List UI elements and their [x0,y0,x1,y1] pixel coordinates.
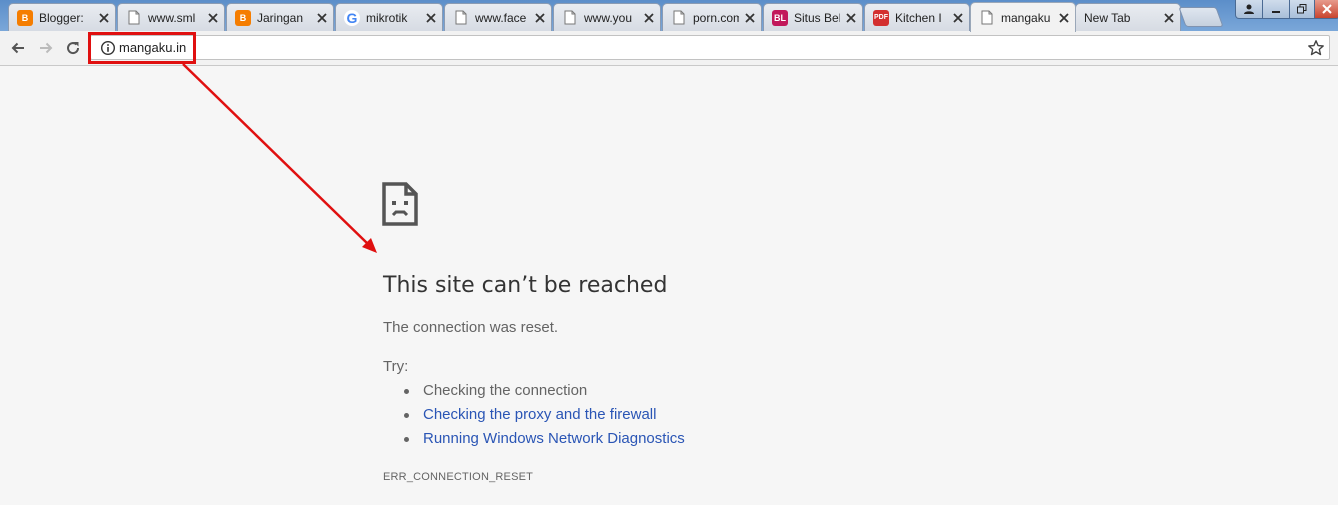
url-highlight-box [88,32,196,64]
blogger-icon: B [17,9,33,26]
close-icon[interactable] [424,11,438,25]
list-item: Checking the connection [383,380,685,404]
close-icon[interactable] [743,11,757,25]
pdf-icon: PDF [873,9,889,26]
browser-toolbar: mangaku.in [0,31,1338,66]
arrow-right-icon [40,42,53,54]
google-icon: G [344,9,360,26]
tab-title: Blogger: [39,10,84,25]
new-tab-button[interactable] [1178,7,1224,27]
tab-strip: B Blogger: www.sml B Jaringan G mikrotik… [0,0,1338,32]
try-label: Try: [383,358,409,375]
tab-porn[interactable]: porn.com [662,3,762,31]
tab-mangaku[interactable]: mangaku [970,2,1076,32]
reload-button[interactable] [63,38,83,58]
close-icon[interactable] [642,11,656,25]
close-icon[interactable] [1057,11,1071,25]
tab-title: Situs Bel [794,10,840,25]
bullet [404,413,409,418]
suggestion-list: Checking the connection Checking the pro… [383,380,685,452]
proxy-firewall-link[interactable]: Checking the proxy and the firewall [423,406,656,423]
page-icon [453,10,469,26]
tab-title: www.sml [148,10,196,25]
tab-title: porn.com [693,10,739,25]
close-icon[interactable] [951,11,965,25]
list-item: Running Windows Network Diagnostics [383,428,685,452]
tab-title: mangaku [1001,10,1051,25]
error-code: ERR_CONNECTION_RESET [383,471,534,483]
restore-icon [1297,4,1307,14]
error-title: This site can’t be reached [383,273,668,298]
tab-title: Kitchen I [895,10,942,25]
bullet [404,437,409,442]
minimize-icon [1272,11,1280,13]
close-icon[interactable] [1162,11,1176,25]
restore-button[interactable] [1289,0,1315,19]
minimize-button[interactable] [1262,0,1290,19]
network-diagnostics-link[interactable]: Running Windows Network Diagnostics [423,430,685,447]
tab-kitchen[interactable]: PDF Kitchen I [864,3,970,31]
close-icon[interactable] [315,11,329,25]
blogger-icon: B [235,9,251,26]
close-icon[interactable] [533,11,547,25]
close-icon [1322,4,1332,14]
arrow-left-icon [11,42,24,54]
error-message: The connection was reset. [383,319,559,336]
page-icon [979,10,995,26]
person-icon [1244,4,1254,14]
tab-youtube[interactable]: www.you [553,3,661,31]
star-icon[interactable] [1307,39,1325,57]
tab-blogger[interactable]: B Blogger: [8,3,116,31]
page-icon [562,10,578,26]
tab-sml[interactable]: www.sml [117,3,225,31]
tab-jaringan[interactable]: B Jaringan [226,3,334,31]
tab-title: New Tab [1084,10,1131,25]
tab-facebook[interactable]: www.face [444,3,552,31]
reload-icon [67,42,80,55]
list-item: Checking the proxy and the firewall [383,404,685,428]
bl-icon: BL [772,9,788,26]
tab-newtab[interactable]: New Tab [1075,3,1181,31]
tab-title: mikrotik [366,10,408,25]
window-close-button[interactable] [1314,0,1338,19]
close-icon[interactable] [844,11,858,25]
close-icon[interactable] [206,11,220,25]
page-icon [126,10,142,26]
page-icon [671,10,687,26]
user-profile-button[interactable] [1235,0,1263,19]
close-icon[interactable] [97,11,111,25]
tab-situs[interactable]: BL Situs Bel [763,3,863,31]
bullet [404,389,409,394]
address-bar[interactable]: mangaku.in [90,35,1330,60]
tab-title: www.face [475,10,527,25]
forward-button[interactable] [36,38,56,58]
tab-title: Jaringan [257,10,304,25]
back-button[interactable] [8,38,28,58]
tab-title: www.you [584,10,633,25]
suggestion-text: Checking the connection [423,382,588,399]
tab-mikrotik[interactable]: G mikrotik [335,3,443,31]
sad-page-icon [382,182,418,226]
